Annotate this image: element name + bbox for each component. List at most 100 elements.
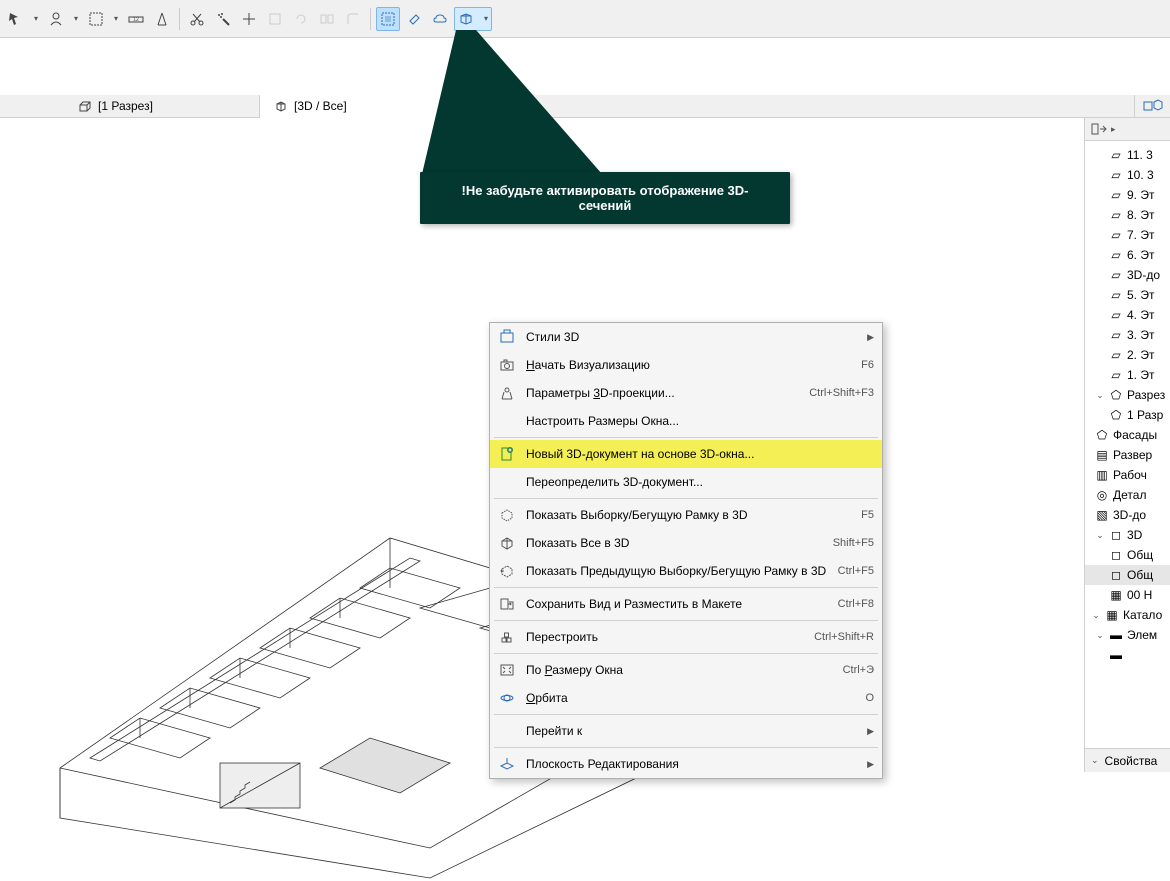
menu-projection-params[interactable]: Параметры 3D-проекции... Ctrl+Shift+F3 [490, 379, 882, 407]
menu-label: Настроить Размеры Окна... [526, 414, 874, 428]
tab-label: [3D / Все] [294, 99, 347, 113]
menu-label: Сохранить Вид и Разместить в Макете [526, 597, 828, 611]
menu-label: Перейти к [526, 724, 857, 738]
tree-3d-generic[interactable]: ◻Общ [1085, 545, 1170, 565]
rebuild-icon [498, 628, 516, 646]
tree-elevations[interactable]: ⬠Фасады [1085, 425, 1170, 445]
tree-story[interactable]: ▱2. Эт [1085, 345, 1170, 365]
menu-goto[interactable]: Перейти к ▶ [490, 717, 882, 745]
menu-edit-plane[interactable]: Плоскость Редактирования ▶ [490, 750, 882, 778]
tree-story[interactable]: ▱9. Эт [1085, 185, 1170, 205]
menu-show-all-3d[interactable]: Показать Все в 3D Shift+F5 [490, 529, 882, 557]
menu-show-prev-3d[interactable]: Показать Предыдущую Выборку/Бегущую Рамк… [490, 557, 882, 585]
callout-tooltip: !Не забудьте активировать отображение 3D… [420, 172, 790, 224]
story-icon: ▱ [1109, 348, 1123, 362]
tool-ruler[interactable]: 12 [124, 7, 148, 31]
tool-fillet[interactable] [341, 7, 365, 31]
tool-eraser[interactable] [402, 7, 426, 31]
menu-redefine-3d-doc[interactable]: Переопределить 3D-документ... [490, 468, 882, 496]
tool-split[interactable] [315, 7, 339, 31]
tree-story[interactable]: ▱4. Эт [1085, 305, 1170, 325]
tree-story[interactable]: ▱8. Эт [1085, 205, 1170, 225]
menu-window-size[interactable]: Настроить Размеры Окна... [490, 407, 882, 435]
tree-details[interactable]: ◎Детал [1085, 485, 1170, 505]
tool-3d-cutaway[interactable] [454, 7, 492, 31]
menu-orbit[interactable]: Орбита O [490, 684, 882, 712]
story-icon: ▱ [1109, 368, 1123, 382]
tree-story[interactable]: ▱5. Эт [1085, 285, 1170, 305]
menu-show-selection-3d[interactable]: Показать Выборку/Бегущую Рамку в 3D F5 [490, 501, 882, 529]
story-icon: ▱ [1109, 228, 1123, 242]
tree-story[interactable]: ▱11. 3 [1085, 145, 1170, 165]
tree-section-item[interactable]: ⬠1 Разр [1085, 405, 1170, 425]
submenu-arrow-icon: ▶ [867, 332, 874, 343]
tool-compass[interactable] [150, 7, 174, 31]
navigator-header[interactable] [1085, 118, 1170, 141]
blank-icon [498, 412, 516, 430]
menu-label: Параметры 3D-проекции... [526, 386, 799, 400]
menu-styles-3d[interactable]: Стили 3D ▶ [490, 323, 882, 351]
story-icon: ▱ [1109, 208, 1123, 222]
tree-story[interactable]: ▱6. Эт [1085, 245, 1170, 265]
elev-icon: ⬠ [1095, 428, 1109, 442]
tool-spray[interactable] [211, 7, 235, 31]
tree-3d-generic-selected[interactable]: ◻Общ [1085, 565, 1170, 585]
tool-user[interactable] [44, 7, 82, 31]
tree-story[interactable]: ▱1. Эт [1085, 365, 1170, 385]
story-icon: ▱ [1109, 288, 1123, 302]
tree-sections[interactable]: ⬠Разрез [1085, 385, 1170, 405]
menu-label: Стили 3D [526, 330, 857, 344]
menu-shortcut: Ctrl+F8 [838, 598, 874, 610]
projection-icon [498, 384, 516, 402]
menu-start-render[interactable]: Начать Визуализацию F6 [490, 351, 882, 379]
tree-docs3d[interactable]: ▧3D-до [1085, 505, 1170, 525]
properties-panel-header[interactable]: Свойства [1085, 748, 1170, 772]
menu-separator [494, 498, 878, 499]
submenu-arrow-icon: ▶ [867, 726, 874, 737]
tree-story[interactable]: ▱10. 3 [1085, 165, 1170, 185]
tree-blank[interactable]: ▬ [1085, 645, 1170, 665]
tool-trim[interactable] [237, 7, 261, 31]
story-icon: ▱ [1109, 188, 1123, 202]
story-icon: ▱ [1109, 168, 1123, 182]
detail-icon: ◎ [1095, 488, 1109, 502]
navigator-panel: ▱11. 3 ▱10. 3 ▱9. Эт ▱8. Эт ▱7. Эт ▱6. Э… [1084, 118, 1170, 772]
menu-new-3d-document[interactable]: Новый 3D-документ на основе 3D-окна... [490, 440, 882, 468]
save-view-icon [498, 595, 516, 613]
story-icon: ▱ [1109, 308, 1123, 322]
tree-layouts[interactable]: ▥Рабоч [1085, 465, 1170, 485]
tool-scissors[interactable] [185, 7, 209, 31]
show-prev-icon [498, 562, 516, 580]
tree-elements[interactable]: ▬Элем [1085, 625, 1170, 645]
menu-separator [494, 747, 878, 748]
tree-catalog[interactable]: ▦Катало [1085, 605, 1170, 625]
tree-story[interactable]: ▱7. Эт [1085, 225, 1170, 245]
tree-story[interactable]: ▱3. Эт [1085, 325, 1170, 345]
section-icon [78, 99, 92, 113]
tool-cloud[interactable] [428, 7, 452, 31]
menu-separator [494, 653, 878, 654]
grid-icon: ▦ [1109, 588, 1123, 602]
tool-resize[interactable] [263, 7, 287, 31]
tab-right-control[interactable] [1134, 95, 1170, 117]
submenu-arrow-icon: ▶ [867, 759, 874, 770]
properties-label: Свойства [1105, 754, 1158, 768]
menu-label: Переопределить 3D-документ... [526, 475, 874, 489]
tree-3d-00[interactable]: ▦00 Н [1085, 585, 1170, 605]
tool-marquee[interactable] [84, 7, 122, 31]
tree-3d[interactable]: ◻3D [1085, 525, 1170, 545]
tool-arrow[interactable] [4, 7, 42, 31]
tool-rotate[interactable] [289, 7, 313, 31]
orbit-icon [498, 689, 516, 707]
menu-save-view-layout[interactable]: Сохранить Вид и Разместить в Макете Ctrl… [490, 590, 882, 618]
tool-selection-box[interactable] [376, 7, 400, 31]
tab-1-razrez[interactable]: [1 Разрез] [0, 95, 260, 117]
menu-rebuild[interactable]: Перестроить Ctrl+Shift+R [490, 623, 882, 651]
menu-label: Начать Визуализацию [526, 358, 851, 372]
menu-label: Перестроить [526, 630, 804, 644]
menu-label: По Размеру Окна [526, 663, 833, 677]
menu-fit-window[interactable]: По Размеру Окна Ctrl+Э [490, 656, 882, 684]
menu-shortcut: Ctrl+Э [843, 664, 874, 676]
tree-story[interactable]: ▱3D-до [1085, 265, 1170, 285]
tree-worksheets[interactable]: ▤Развер [1085, 445, 1170, 465]
